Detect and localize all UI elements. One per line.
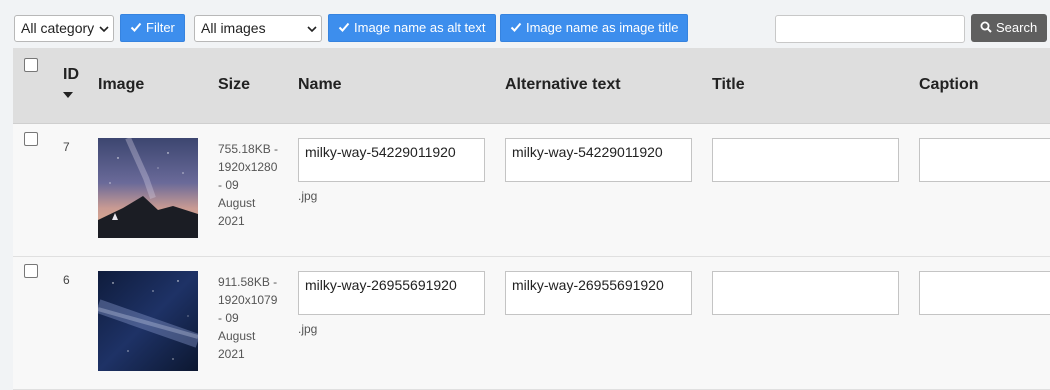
file-size-info: 755.18KB - 1920x1280 - 09 August 2021 (218, 142, 279, 228)
image-title-button[interactable]: Image name as image title (500, 14, 689, 42)
header-caption: Caption (919, 76, 979, 93)
name-input[interactable]: milky-way-54229011920 (298, 138, 485, 182)
alt-text-label: Image name as alt text (354, 20, 486, 35)
category-select[interactable]: All category (14, 15, 114, 42)
toolbar: All category Filter All images Image nam… (0, 0, 1050, 48)
search-input[interactable] (775, 15, 965, 43)
row-id: 7 (63, 140, 70, 154)
category-select-value: All category (21, 20, 95, 36)
title-input[interactable] (712, 271, 899, 315)
chevron-down-icon (99, 26, 109, 33)
alt-text-button[interactable]: Image name as alt text (328, 14, 496, 42)
filter-button[interactable]: Filter (120, 14, 185, 42)
table-header: ID Image Size Name Alternative text Titl… (13, 48, 1050, 124)
caption-input[interactable] (919, 138, 1050, 182)
check-icon (130, 22, 142, 32)
search-label: Search (996, 20, 1038, 35)
check-icon (338, 22, 350, 32)
image-thumbnail[interactable] (98, 271, 198, 371)
image-title-label: Image name as image title (526, 20, 679, 35)
file-size-info: 911.58KB - 1920x1079 - 09 August 2021 (218, 275, 278, 361)
table-row: 7 755.18KB - 1920x1280 - 09 August 2021 (13, 124, 1050, 257)
alt-text-input[interactable]: milky-way-26955691920 (505, 271, 692, 315)
select-all-checkbox[interactable] (24, 58, 38, 72)
header-size: Size (218, 76, 251, 93)
search-icon (980, 21, 992, 33)
header-image: Image (98, 76, 145, 93)
caption-input[interactable] (919, 271, 1050, 315)
images-select[interactable]: All images (194, 15, 322, 42)
header-title: Title (712, 76, 745, 93)
alt-text-input[interactable]: milky-way-54229011920 (505, 138, 692, 182)
table-row: 6 911.58KB - 1920x1079 - 09 August 2021 … (13, 257, 1050, 390)
header-name: Name (298, 76, 342, 93)
file-extension: .jpg (298, 189, 318, 203)
chevron-down-icon (307, 26, 317, 33)
images-select-value: All images (201, 20, 266, 36)
file-extension: .jpg (298, 322, 318, 336)
header-id[interactable]: ID (63, 66, 79, 84)
name-input[interactable]: milky-way-26955691920 (298, 271, 485, 315)
image-thumbnail[interactable] (98, 138, 198, 238)
header-alt-text: Alternative text (505, 76, 621, 93)
check-icon (510, 22, 522, 32)
row-id: 6 (63, 273, 70, 287)
row-checkbox[interactable] (24, 264, 38, 278)
images-table: ID Image Size Name Alternative text Titl… (13, 48, 1050, 390)
row-checkbox[interactable] (24, 132, 38, 146)
search-button[interactable]: Search (971, 14, 1047, 42)
sort-desc-icon[interactable] (63, 92, 73, 98)
filter-label: Filter (146, 20, 175, 35)
title-input[interactable] (712, 138, 899, 182)
